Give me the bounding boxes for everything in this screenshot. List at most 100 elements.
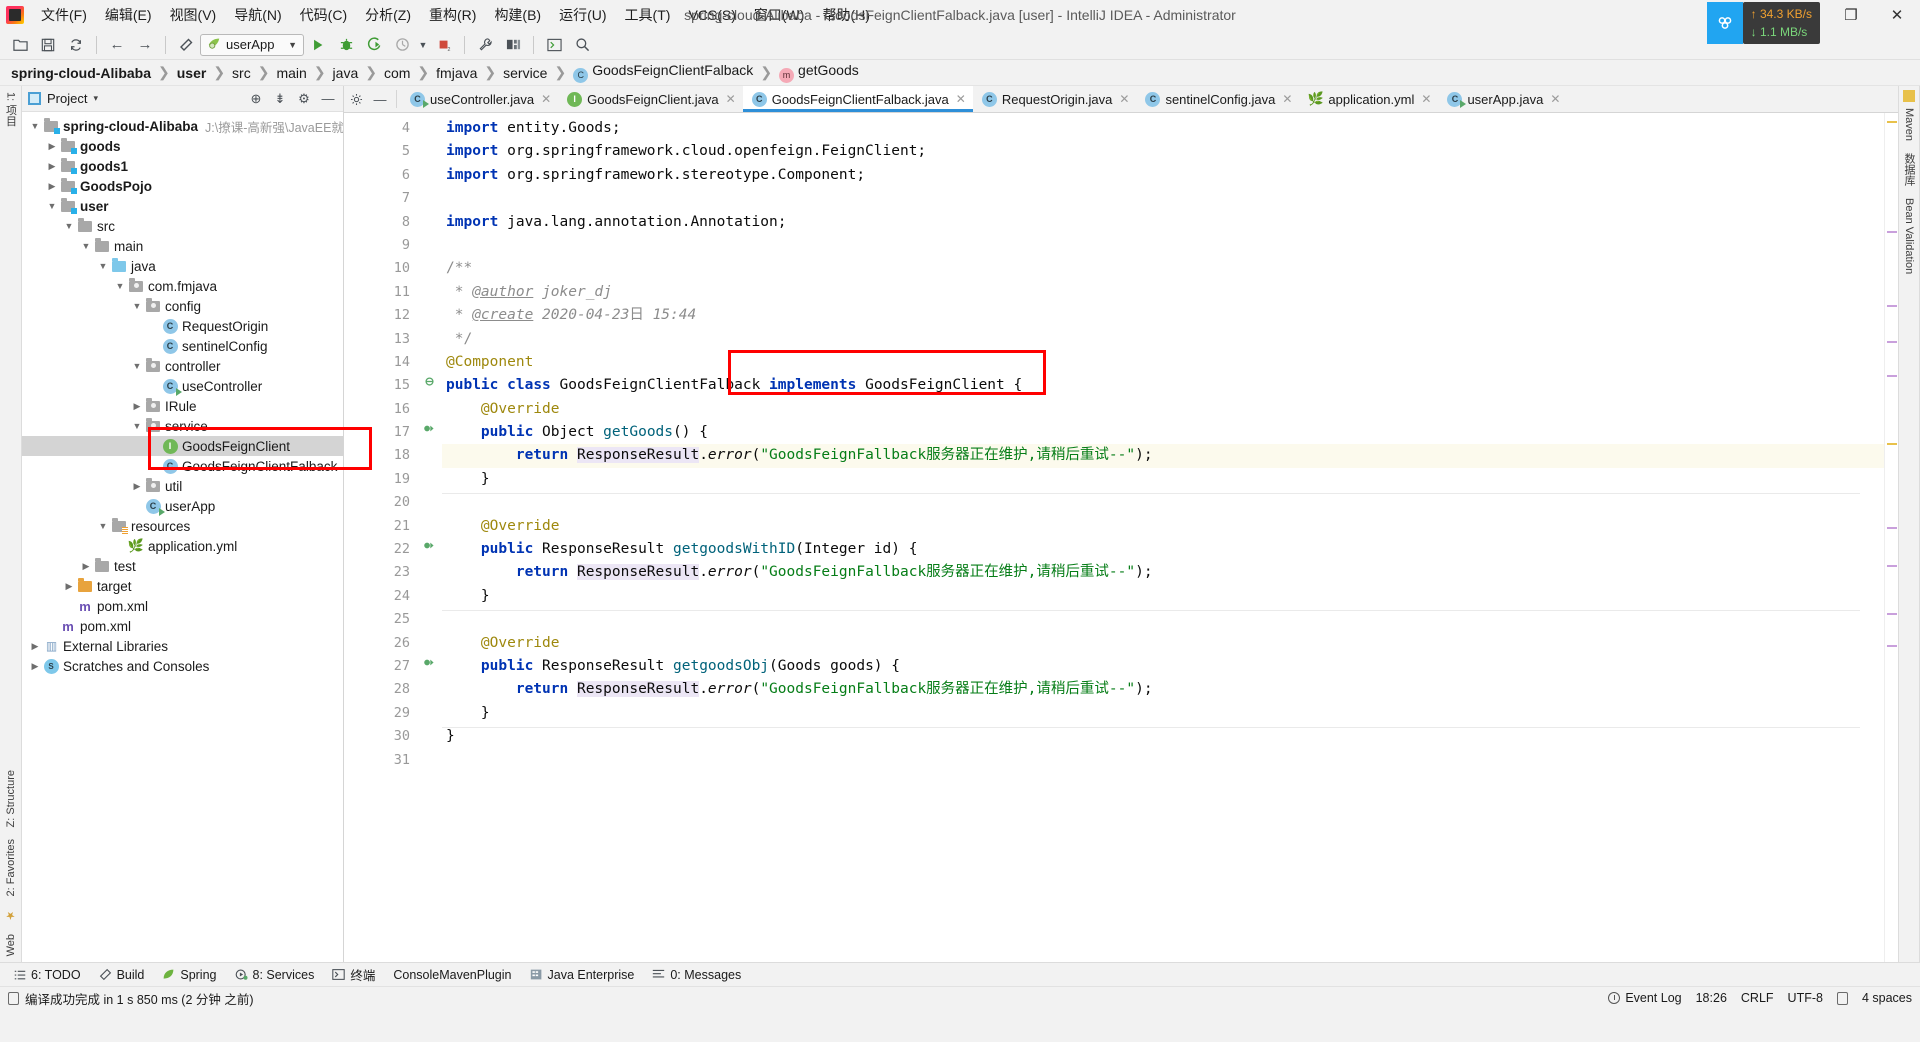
left-tool-rail[interactable]: 1: 项目 Z: Structure 2: Favorites ★ Web (0, 86, 22, 962)
menu-item-1[interactable]: 编辑(E) (96, 1, 161, 29)
code-line[interactable]: public ResponseResult getgoodsWithID(Int… (442, 538, 1884, 561)
right-tool-rail[interactable]: Maven 数据库 Bean Validation (1898, 86, 1920, 962)
forward-icon[interactable]: → (132, 33, 158, 57)
chevron-down-icon[interactable]: ▼ (288, 40, 297, 50)
menu-item-11[interactable]: 窗口(W) (745, 1, 814, 29)
chevron-down-icon[interactable]: ▼ (79, 241, 93, 251)
code-line[interactable]: import entity.Goods; (442, 117, 1884, 140)
menu-item-6[interactable]: 重构(R) (420, 1, 485, 29)
tree-node-application-yml[interactable]: ▶🌿application.yml (22, 536, 343, 556)
stop-icon[interactable]: 2 (431, 33, 457, 57)
code-line[interactable]: /** (442, 257, 1884, 280)
code-line[interactable]: * @create 2020-04-23日 15:44 (442, 304, 1884, 327)
breadcrumb-item-5[interactable]: com (381, 65, 413, 81)
rail-item-favorites[interactable]: 2: Favorites (5, 833, 17, 902)
editor-tab-usecontroller-java[interactable]: CuseController.java✕ (401, 86, 558, 112)
run-with-coverage-icon[interactable] (361, 33, 387, 57)
breadcrumb-item-8[interactable]: CGoodsFeignClientFalback (570, 62, 756, 83)
chevron-down-icon[interactable]: ▼ (96, 521, 110, 531)
rail-item-maven[interactable]: Maven (1903, 102, 1915, 147)
close-icon[interactable]: ✕ (1119, 92, 1129, 106)
breadcrumb-item-7[interactable]: service (500, 65, 550, 81)
bottom-tool-6--todo[interactable]: 6: TODO (6, 966, 89, 984)
tree-node-irule[interactable]: ▶IRule (22, 396, 343, 416)
close-window-button[interactable]: ✕ (1874, 0, 1920, 30)
line-separator[interactable]: CRLF (1741, 991, 1774, 1005)
code-line[interactable]: } (442, 468, 1884, 491)
menu-item-7[interactable]: 构建(B) (485, 1, 550, 29)
rail-item-database[interactable]: 数据库 (1901, 147, 1917, 192)
code-line[interactable]: @Override (442, 515, 1884, 538)
code-line[interactable] (442, 187, 1884, 210)
sync-icon[interactable] (63, 33, 89, 57)
tree-node-com-fmjava[interactable]: ▼com.fmjava (22, 276, 343, 296)
chevron-right-icon[interactable]: ▶ (45, 181, 59, 192)
search-icon[interactable] (569, 33, 595, 57)
chevron-right-icon[interactable]: ▶ (45, 141, 59, 152)
lock-icon[interactable] (1837, 992, 1848, 1005)
breadcrumb-item-6[interactable]: fmjava (433, 65, 480, 81)
code-line[interactable] (442, 234, 1884, 257)
code-line[interactable]: return ResponseResult.error("GoodsFeignF… (442, 444, 1884, 467)
close-icon[interactable]: ✕ (1282, 92, 1292, 106)
tree-node-goods1[interactable]: ▶goods1 (22, 156, 343, 176)
tree-node-requestorigin[interactable]: ▶CRequestOrigin (22, 316, 343, 336)
tree-node-goodsfeignclient[interactable]: ▶IGoodsFeignClient (22, 436, 343, 456)
marker-scrollbar[interactable] (1884, 113, 1898, 962)
rail-item-project[interactable]: 1: 项目 (3, 86, 19, 132)
tree-node-sentinelconfig[interactable]: ▶CsentinelConfig (22, 336, 343, 356)
bottom-tool-java-enterprise[interactable]: Java Enterprise (522, 966, 643, 984)
code-line[interactable]: import org.springframework.cloud.openfei… (442, 140, 1884, 163)
tree-node-userapp[interactable]: ▶CuserApp (22, 496, 343, 516)
chevron-right-icon[interactable]: ▶ (28, 661, 42, 672)
code-line[interactable]: return ResponseResult.error("GoodsFeignF… (442, 678, 1884, 701)
rail-star-icon[interactable]: ★ (4, 903, 17, 928)
chevron-down-icon[interactable]: ▼ (62, 221, 76, 231)
editor-tab-bar[interactable]: — CuseController.java✕IGoodsFeignClient.… (344, 86, 1898, 113)
code-line[interactable] (442, 749, 1884, 772)
project-tree[interactable]: ▼spring-cloud-AlibabaJ:\撩课-高新强\JavaEE就业▶… (22, 112, 343, 962)
build-hammer-icon[interactable] (173, 33, 199, 57)
collapse-all-icon[interactable]: ⇟ (271, 90, 289, 108)
editor-tab-userapp-java[interactable]: CuserApp.java✕ (1438, 86, 1567, 112)
menu-item-9[interactable]: 工具(T) (616, 1, 680, 29)
chevron-down-icon[interactable]: ▼ (45, 201, 59, 211)
terminal-icon[interactable] (541, 33, 567, 57)
chevron-right-icon[interactable]: ▶ (130, 481, 144, 492)
locate-file-icon[interactable]: ⊕ (247, 90, 265, 108)
save-all-icon[interactable] (35, 33, 61, 57)
implemented-marker-icon[interactable] (416, 374, 442, 397)
code-line[interactable]: public class GoodsFeignClientFalback imp… (442, 374, 1884, 397)
tree-node-target[interactable]: ▶target (22, 576, 343, 596)
code-line[interactable]: @Override (442, 398, 1884, 421)
chevron-down-icon[interactable]: ▼ (130, 301, 144, 311)
editor-tab-goodsfeignclient-java[interactable]: IGoodsFeignClient.java✕ (558, 86, 743, 112)
tree-node-config[interactable]: ▼config (22, 296, 343, 316)
bottom-tool-0--messages[interactable]: 0: Messages (644, 966, 749, 984)
code-text[interactable]: import entity.Goods;import org.springfra… (442, 113, 1884, 962)
profile-icon[interactable] (389, 33, 415, 57)
chevron-down-icon[interactable]: ▼ (130, 421, 144, 431)
editor-tab-application-yml[interactable]: 🌿application.yml✕ (1299, 86, 1438, 112)
hide-tabs-icon[interactable]: — (368, 86, 392, 112)
bottom-tool-spring[interactable]: Spring (154, 966, 224, 984)
tree-node-main[interactable]: ▼main (22, 236, 343, 256)
chevron-down-icon[interactable]: ▾ (93, 93, 98, 104)
editor-tab-requestorigin-java[interactable]: CRequestOrigin.java✕ (973, 86, 1137, 112)
tree-node-util[interactable]: ▶util (22, 476, 343, 496)
bottom-tool---[interactable]: 终端 (324, 963, 383, 986)
editor-tab-goodsfeignclientfalback-java[interactable]: CGoodsFeignClientFalback.java✕ (743, 86, 973, 112)
code-line[interactable]: import java.lang.annotation.Annotation; (442, 211, 1884, 234)
tree-node-test[interactable]: ▶test (22, 556, 343, 576)
tree-node-service[interactable]: ▼service (22, 416, 343, 436)
tree-node-src[interactable]: ▼src (22, 216, 343, 236)
breadcrumb-item-3[interactable]: main (273, 65, 309, 81)
chevron-down-icon[interactable]: ▼ (113, 281, 127, 291)
chevron-right-icon[interactable]: ▶ (79, 561, 93, 572)
tree-node-pom-xml[interactable]: ▶mpom.xml (22, 596, 343, 616)
menu-item-0[interactable]: 文件(F) (32, 1, 96, 29)
tree-node-goodspojo[interactable]: ▶GoodsPojo (22, 176, 343, 196)
tree-node-controller[interactable]: ▼controller (22, 356, 343, 376)
tree-node-user[interactable]: ▼user (22, 196, 343, 216)
rail-item-structure[interactable]: Z: Structure (5, 764, 17, 833)
